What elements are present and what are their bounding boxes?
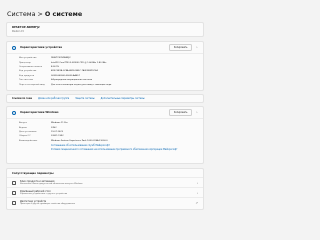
device-spec-card: Характеристики устройства Копировать ⌃ И…: [6, 41, 204, 91]
license-terms-link[interactable]: Условия лицензионного соглашения на испо…: [51, 148, 177, 151]
spec-label: Оперативная память: [19, 65, 43, 68]
info-icon: [12, 45, 16, 50]
spec-value: Windows 11 Pro: [51, 122, 68, 125]
windows-spec-header[interactable]: Характеристики Windows Копировать ⌃: [7, 107, 203, 119]
services-agreement-link[interactable]: Соглашение об использовании служб Майкро…: [51, 144, 110, 147]
spec-label: Версия: [19, 126, 27, 129]
spec-label: Процессор: [19, 61, 31, 64]
related-setting-desc: Управление устройством с другого устройс…: [20, 193, 68, 195]
breadcrumb-parent[interactable]: Система: [7, 10, 36, 18]
spec-label: Сборка ОС: [19, 135, 31, 138]
related-links-label: Ссылки по теме: [12, 97, 33, 100]
key-icon: [12, 180, 16, 185]
spec-value: 4D5C0B1B-0C8A-4B1E-9B5C-7A3F2E8D1C44: [51, 70, 98, 73]
spec-label: Код продукта: [19, 74, 35, 77]
related-setting-desc: Принтеры и другие драйверы, свойства обо…: [20, 203, 75, 205]
windows-spec-copy-button[interactable]: Копировать: [168, 109, 193, 116]
related-setting-desc: Изменение ключа продукта или обновление …: [20, 183, 83, 185]
device-spec-copy-button[interactable]: Копировать: [168, 44, 193, 51]
chevron-up-icon[interactable]: ⌃: [195, 46, 198, 50]
spec-value: Windows Feature Experience Pack 1000.226…: [51, 139, 108, 142]
spec-label: Имя устройства: [19, 57, 37, 60]
spec-value: 22H2: [51, 126, 57, 129]
chevron-right-icon: ›: [196, 190, 198, 195]
device-spec-header[interactable]: Характеристики устройства Копировать ⌃: [7, 42, 203, 54]
related-setting-item[interactable]: Диспетчер устройств Принтеры и другие др…: [7, 197, 203, 207]
domain-workgroup-link[interactable]: Домен или рабочая группа: [38, 97, 69, 100]
spec-label: Тип системы: [19, 79, 33, 82]
spec-value: 8,00 ГБ: [51, 65, 59, 68]
spec-label: Выпуск: [19, 122, 28, 125]
remote-desktop-icon: [12, 190, 16, 195]
device-manager-icon: [12, 200, 16, 205]
spec-label: Взаимодействие: [19, 139, 38, 142]
chevron-right-icon: ›: [196, 180, 198, 185]
device-name-card[interactable]: DESKTOP-NDHBFJ2 Pavilion 15: [6, 22, 204, 37]
windows-spec-rows: Выпуск Windows 11 Pro Версия 22H2 Дата уст…: [7, 119, 203, 152]
chevron-up-icon[interactable]: ⌃: [195, 111, 198, 115]
spec-value: 64-разрядная операционная система: [51, 79, 93, 82]
page-title: Система > О системе: [7, 10, 82, 18]
spec-value: DESKTOP-NDHBFJ2: [51, 57, 71, 60]
device-spec-rows: Имя устройства DESKTOP-NDHBFJ2 Процессор I…: [7, 54, 203, 87]
related-setting-item[interactable]: Ключ продукта и активация Изменение ключ…: [7, 177, 203, 187]
spec-value: Для этого монитора недоступен ввод с пом…: [51, 83, 112, 86]
windows-icon: [12, 110, 16, 115]
advanced-system-settings-link[interactable]: Дополнительные параметры системы: [101, 97, 145, 100]
spec-row: Перо и сенсорный ввод Для этого монитора …: [19, 82, 198, 86]
spec-label: Дата установки: [19, 130, 37, 133]
system-protection-link[interactable]: Защита системы: [75, 97, 94, 100]
spec-value: 00330-80000-00000-AA457: [51, 74, 80, 77]
related-setting-item[interactable]: Удалённый рабочий стол Управление устрой…: [7, 187, 203, 197]
related-links-card: Ссылки по теме Домен или рабочая группа …: [6, 94, 204, 103]
device-model: Pavilion 15: [12, 30, 24, 33]
open-external-icon: ↗: [195, 200, 198, 205]
spec-value: Intel(R) Core(TM) i5-8250U CPU @ 1.60GHz…: [51, 61, 107, 64]
related-settings-card: Сопутствующие параметры Ключ продукта и …: [6, 168, 204, 210]
spec-value: 22621.1992: [51, 135, 64, 138]
spec-label: Код устройства: [19, 70, 37, 73]
windows-spec-title: Характеристики Windows: [20, 111, 59, 114]
spec-label: Перо и сенсорный ввод: [19, 83, 45, 86]
device-name: DESKTOP-NDHBFJ2: [12, 26, 40, 29]
breadcrumb-separator: >: [37, 10, 43, 18]
breadcrumb-current: О системе: [44, 10, 83, 18]
license-link-row: Условия лицензионного соглашения на испо…: [19, 147, 198, 151]
spec-value: 19.07.2023: [51, 130, 63, 133]
device-spec-title: Характеристики устройства: [20, 46, 63, 49]
windows-spec-card: Характеристики Windows Копировать ⌃ Выпу…: [6, 106, 204, 164]
